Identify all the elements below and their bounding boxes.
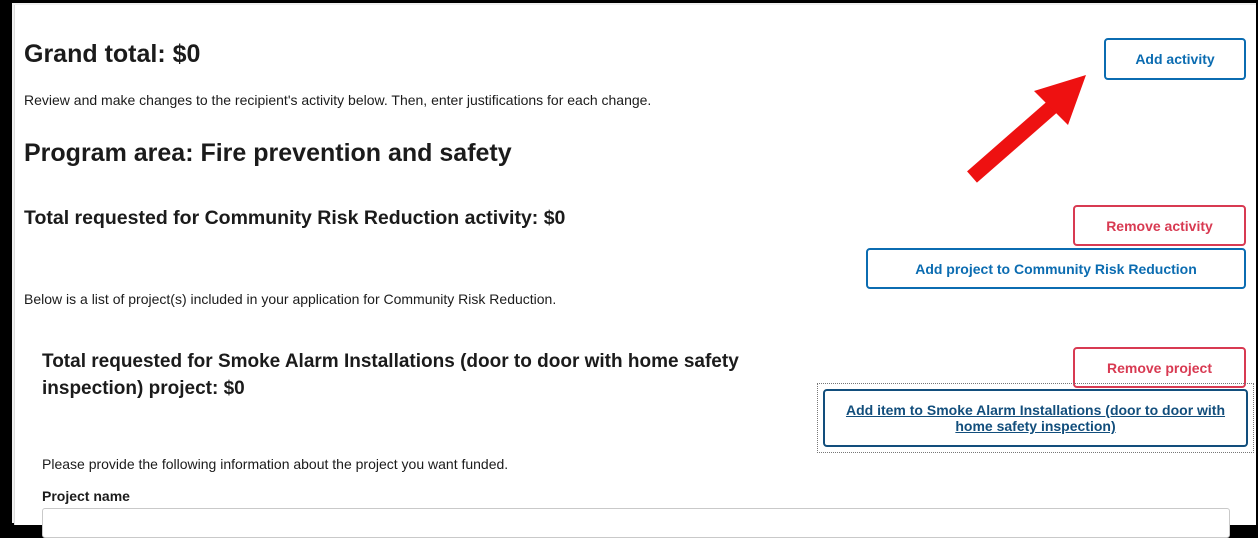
remove-activity-button[interactable]: Remove activity: [1073, 205, 1246, 246]
add-project-button[interactable]: Add project to Community Risk Reduction: [866, 248, 1246, 289]
remove-project-button[interactable]: Remove project: [1073, 347, 1246, 388]
activity-total-heading: Total requested for Community Risk Reduc…: [24, 207, 566, 229]
provide-info-text: Please provide the following information…: [42, 456, 509, 472]
program-area-heading: Program area: Fire prevention and safety: [24, 139, 512, 167]
project-list-note: Below is a list of project(s) included i…: [24, 291, 557, 307]
add-activity-button[interactable]: Add activity: [1104, 38, 1246, 80]
instructions-text: Review and make changes to the recipient…: [24, 92, 652, 108]
project-name-input[interactable]: [42, 508, 1230, 538]
grand-total-heading: Grand total: $0: [24, 40, 201, 68]
add-item-button[interactable]: Add item to Smoke Alarm Installations (d…: [823, 389, 1248, 447]
project-name-label: Project name: [42, 488, 130, 504]
project-total-heading: Total requested for Smoke Alarm Installa…: [42, 351, 739, 399]
red-arrow-icon: [967, 75, 1086, 183]
